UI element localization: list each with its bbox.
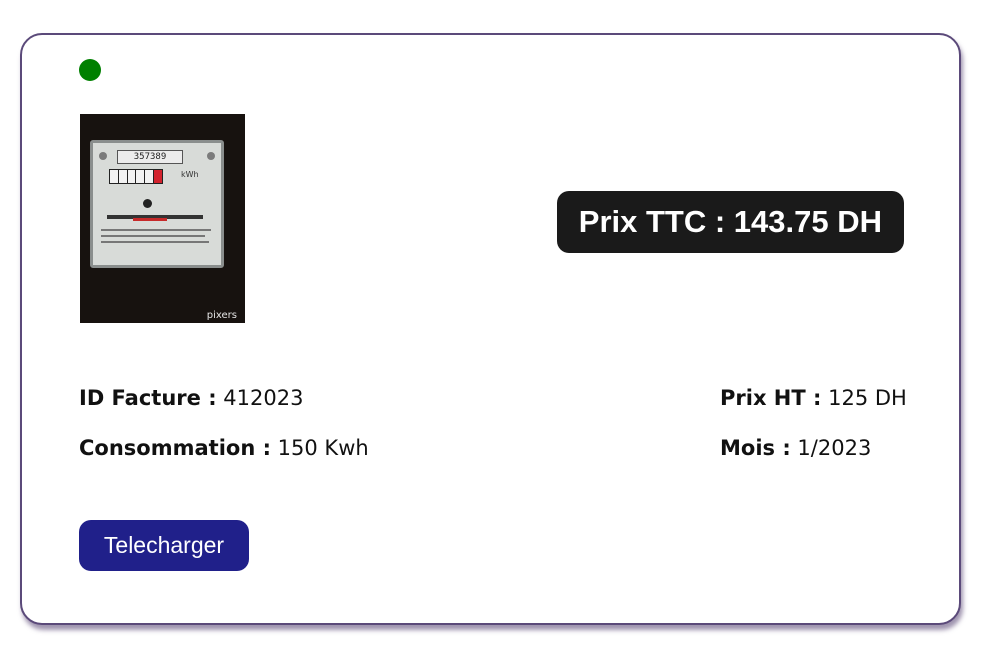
meter-fine-print (101, 241, 209, 243)
meter-fine-print (101, 229, 211, 231)
meter-digits (109, 169, 163, 184)
meter-fine-print (101, 235, 205, 237)
meter-screw (207, 152, 215, 160)
price-ht-value: 125 DH (828, 386, 907, 410)
meter-red-mark (133, 218, 167, 221)
month-field: Mois : 1/2023 (720, 436, 871, 460)
download-button[interactable]: Telecharger (79, 520, 249, 571)
meter-screw (99, 152, 107, 160)
meter-serial: 357389 (117, 150, 183, 164)
consumption-value: 150 Kwh (277, 436, 369, 460)
meter-body: 357389 kWh (90, 140, 224, 268)
consumption-label: Consommation : (79, 436, 271, 460)
image-watermark: pixers (206, 310, 237, 321)
month-value: 1/2023 (797, 436, 872, 460)
electricity-meter-image: 357389 kWh pixers (80, 114, 245, 323)
price-ttc-badge: Prix TTC : 143.75 DH (556, 191, 904, 253)
invoice-id-value: 412023 (223, 386, 304, 410)
price-ht-label: Prix HT : (720, 386, 822, 410)
invoice-id-label: ID Facture : (79, 386, 217, 410)
meter-rotor (143, 199, 152, 208)
status-indicator-dot (79, 59, 101, 81)
price-ht-field: Prix HT : 125 DH (720, 386, 907, 410)
consumption-field: Consommation : 150 Kwh (79, 436, 369, 460)
invoice-card: 357389 kWh pixers Prix TTC : 143.75 DH I… (20, 33, 961, 625)
meter-unit-label: kWh (181, 170, 199, 179)
month-label: Mois : (720, 436, 791, 460)
invoice-id-field: ID Facture : 412023 (79, 386, 303, 410)
